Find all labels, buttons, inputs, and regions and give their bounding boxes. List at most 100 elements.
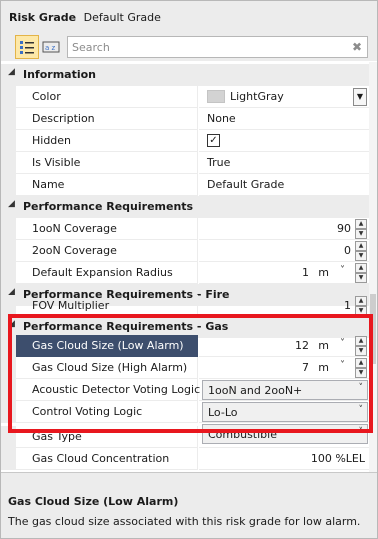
property-name: Hidden	[16, 130, 198, 152]
property-value-fov-multiplier[interactable]: 1 ▲ ▼	[199, 295, 369, 317]
spin-down-icon[interactable]: ▼	[355, 306, 367, 316]
clear-search-icon[interactable]: ✖	[352, 40, 362, 54]
alphabetical-sort-icon: a z	[42, 41, 60, 53]
numeric-spinner[interactable]: ▲ ▼	[355, 263, 367, 283]
property-row-color[interactable]: Color LightGray ▼	[1, 86, 369, 108]
row-gutter	[1, 218, 16, 240]
search-input[interactable]	[68, 37, 338, 57]
collapse-triangle-icon[interactable]: ◢	[8, 319, 15, 329]
collapse-triangle-icon[interactable]: ◢	[8, 67, 15, 77]
gas-cloud-high-value: 7	[302, 361, 309, 374]
row-gutter	[1, 448, 16, 470]
category-label: Performance Requirements	[23, 200, 194, 213]
unit-chevron-icon[interactable]: ˅	[340, 265, 345, 276]
hidden-checkbox[interactable]: ✓	[207, 134, 220, 147]
numeric-spinner[interactable]: ▲ ▼	[355, 241, 367, 261]
acoustic-voting-select[interactable]: 1ooN and 2ooN+ ˅	[202, 380, 368, 400]
unit-label: m	[318, 361, 329, 374]
spin-up-icon[interactable]: ▲	[355, 219, 367, 229]
property-value-gas-cloud-size-high[interactable]: 7 m ˅ ▲ ▼	[199, 357, 369, 379]
categorized-view-button[interactable]	[15, 35, 39, 59]
spin-up-icon[interactable]: ▲	[355, 336, 367, 346]
categorized-list-icon	[20, 41, 34, 54]
control-voting-select[interactable]: Lo-Lo ˅	[202, 402, 368, 422]
property-row-acoustic-voting[interactable]: Acoustic Detector Voting Logic 1ooN and …	[1, 379, 369, 401]
spin-up-icon[interactable]: ▲	[355, 263, 367, 273]
property-row-gas-concentration[interactable]: Gas Cloud Concentration 100 %LEL	[1, 448, 369, 470]
row-gutter	[1, 426, 16, 448]
unit-chevron-icon[interactable]: ˅	[340, 338, 345, 349]
row-gutter	[1, 86, 16, 108]
property-grid: ◢ Information Color LightGray ▼ Descript…	[1, 62, 377, 472]
panel-header: Risk Grade Default Grade a z ✖	[1, 1, 377, 61]
panel-title: Risk Grade Default Grade	[9, 11, 161, 24]
numeric-spinner[interactable]: ▲ ▼	[355, 219, 367, 239]
row-gutter	[1, 262, 16, 284]
property-row-name[interactable]: Name Default Grade	[1, 174, 369, 196]
property-value-control-voting: Lo-Lo ˅	[199, 401, 369, 423]
property-row-gas-cloud-size-low[interactable]: Gas Cloud Size (Low Alarm) 12 m ˅ ▲ ▼	[1, 335, 369, 357]
spin-down-icon[interactable]: ▼	[355, 346, 367, 356]
property-value-1oon-coverage[interactable]: 90 ▲ ▼	[199, 218, 369, 240]
row-gutter	[1, 295, 16, 317]
numeric-spinner[interactable]: ▲ ▼	[355, 336, 367, 356]
property-row-gas-cloud-size-high[interactable]: Gas Cloud Size (High Alarm) 7 m ˅ ▲ ▼	[1, 357, 369, 379]
vertical-scrollbar[interactable]	[369, 62, 377, 472]
property-row-expansion-radius[interactable]: Default Expansion Radius 1 m ˅ ▲ ▼	[1, 262, 369, 284]
spin-up-icon[interactable]: ▲	[355, 241, 367, 251]
property-row-control-voting[interactable]: Control Voting Logic Lo-Lo ˅	[1, 401, 369, 423]
gas-type-select[interactable]: Combustible ˅	[202, 424, 368, 444]
property-row-is-visible[interactable]: Is Visible True	[1, 152, 369, 174]
property-row-hidden[interactable]: Hidden ✓	[1, 130, 369, 152]
row-gutter	[1, 152, 16, 174]
property-row-1oon-coverage[interactable]: 1ooN Coverage 90 ▲ ▼	[1, 218, 369, 240]
spin-up-icon[interactable]: ▲	[355, 296, 367, 306]
name-value: Default Grade	[207, 178, 285, 191]
unit-chevron-icon[interactable]: ˅	[340, 360, 345, 371]
spin-down-icon[interactable]: ▼	[355, 273, 367, 283]
spin-down-icon[interactable]: ▼	[355, 229, 367, 239]
property-row-fov-multiplier[interactable]: FOV Multiplier 1 ▲ ▼	[1, 295, 369, 317]
numeric-spinner[interactable]: ▲ ▼	[355, 358, 367, 378]
row-gutter	[1, 379, 16, 401]
spin-up-icon[interactable]: ▲	[355, 358, 367, 368]
category-performance-requirements[interactable]: ◢ Performance Requirements	[1, 196, 369, 218]
property-value-2oon-coverage[interactable]: 0 ▲ ▼	[199, 240, 369, 262]
unit-label: m	[318, 339, 329, 352]
property-value-description[interactable]: None	[199, 108, 369, 130]
property-value-hidden: ✓	[199, 130, 369, 152]
property-value-expansion-radius[interactable]: 1 m ˅ ▲ ▼	[199, 262, 369, 284]
property-value-gas-cloud-size-low[interactable]: 12 m ˅ ▲ ▼	[199, 335, 369, 357]
property-value-color[interactable]: LightGray ▼	[199, 86, 369, 108]
property-row-2oon-coverage[interactable]: 2ooN Coverage 0 ▲ ▼	[1, 240, 369, 262]
property-name: FOV Multiplier	[16, 295, 198, 317]
property-value-gas-concentration[interactable]: 100 %LEL	[199, 448, 369, 470]
property-name: Description	[16, 108, 198, 130]
numeric-spinner[interactable]: ▲ ▼	[355, 296, 367, 316]
spin-down-icon[interactable]: ▼	[355, 251, 367, 261]
chevron-down-icon[interactable]: ˅	[359, 405, 364, 415]
property-row-description[interactable]: Description None	[1, 108, 369, 130]
row-gutter	[1, 108, 16, 130]
category-label: Information	[23, 68, 96, 81]
property-value-is-visible[interactable]: True	[199, 152, 369, 174]
chevron-down-icon[interactable]: ˅	[359, 427, 364, 437]
alphabetical-view-button[interactable]: a z	[39, 35, 63, 59]
property-name: Gas Cloud Size (High Alarm)	[16, 357, 198, 379]
unit-label: m	[318, 266, 329, 279]
collapse-triangle-icon[interactable]: ◢	[8, 199, 15, 209]
scrollbar-thumb[interactable]	[370, 294, 376, 364]
color-swatch	[207, 90, 225, 103]
category-information[interactable]: ◢ Information	[1, 64, 369, 86]
color-dropdown-button[interactable]: ▼	[353, 88, 367, 106]
chevron-down-icon[interactable]: ˅	[359, 383, 364, 393]
property-name: Is Visible	[16, 152, 198, 174]
property-name-selected: Gas Cloud Size (Low Alarm)	[16, 335, 198, 357]
coverage-1oon-value: 90	[337, 222, 351, 235]
property-name: 1ooN Coverage	[16, 218, 198, 240]
property-value-name[interactable]: Default Grade	[199, 174, 369, 196]
spin-down-icon[interactable]: ▼	[355, 368, 367, 378]
property-row-gas-type[interactable]: Gas Type Combustible ˅	[1, 424, 369, 448]
property-name: Default Expansion Radius	[16, 262, 198, 284]
row-gutter	[1, 401, 16, 423]
